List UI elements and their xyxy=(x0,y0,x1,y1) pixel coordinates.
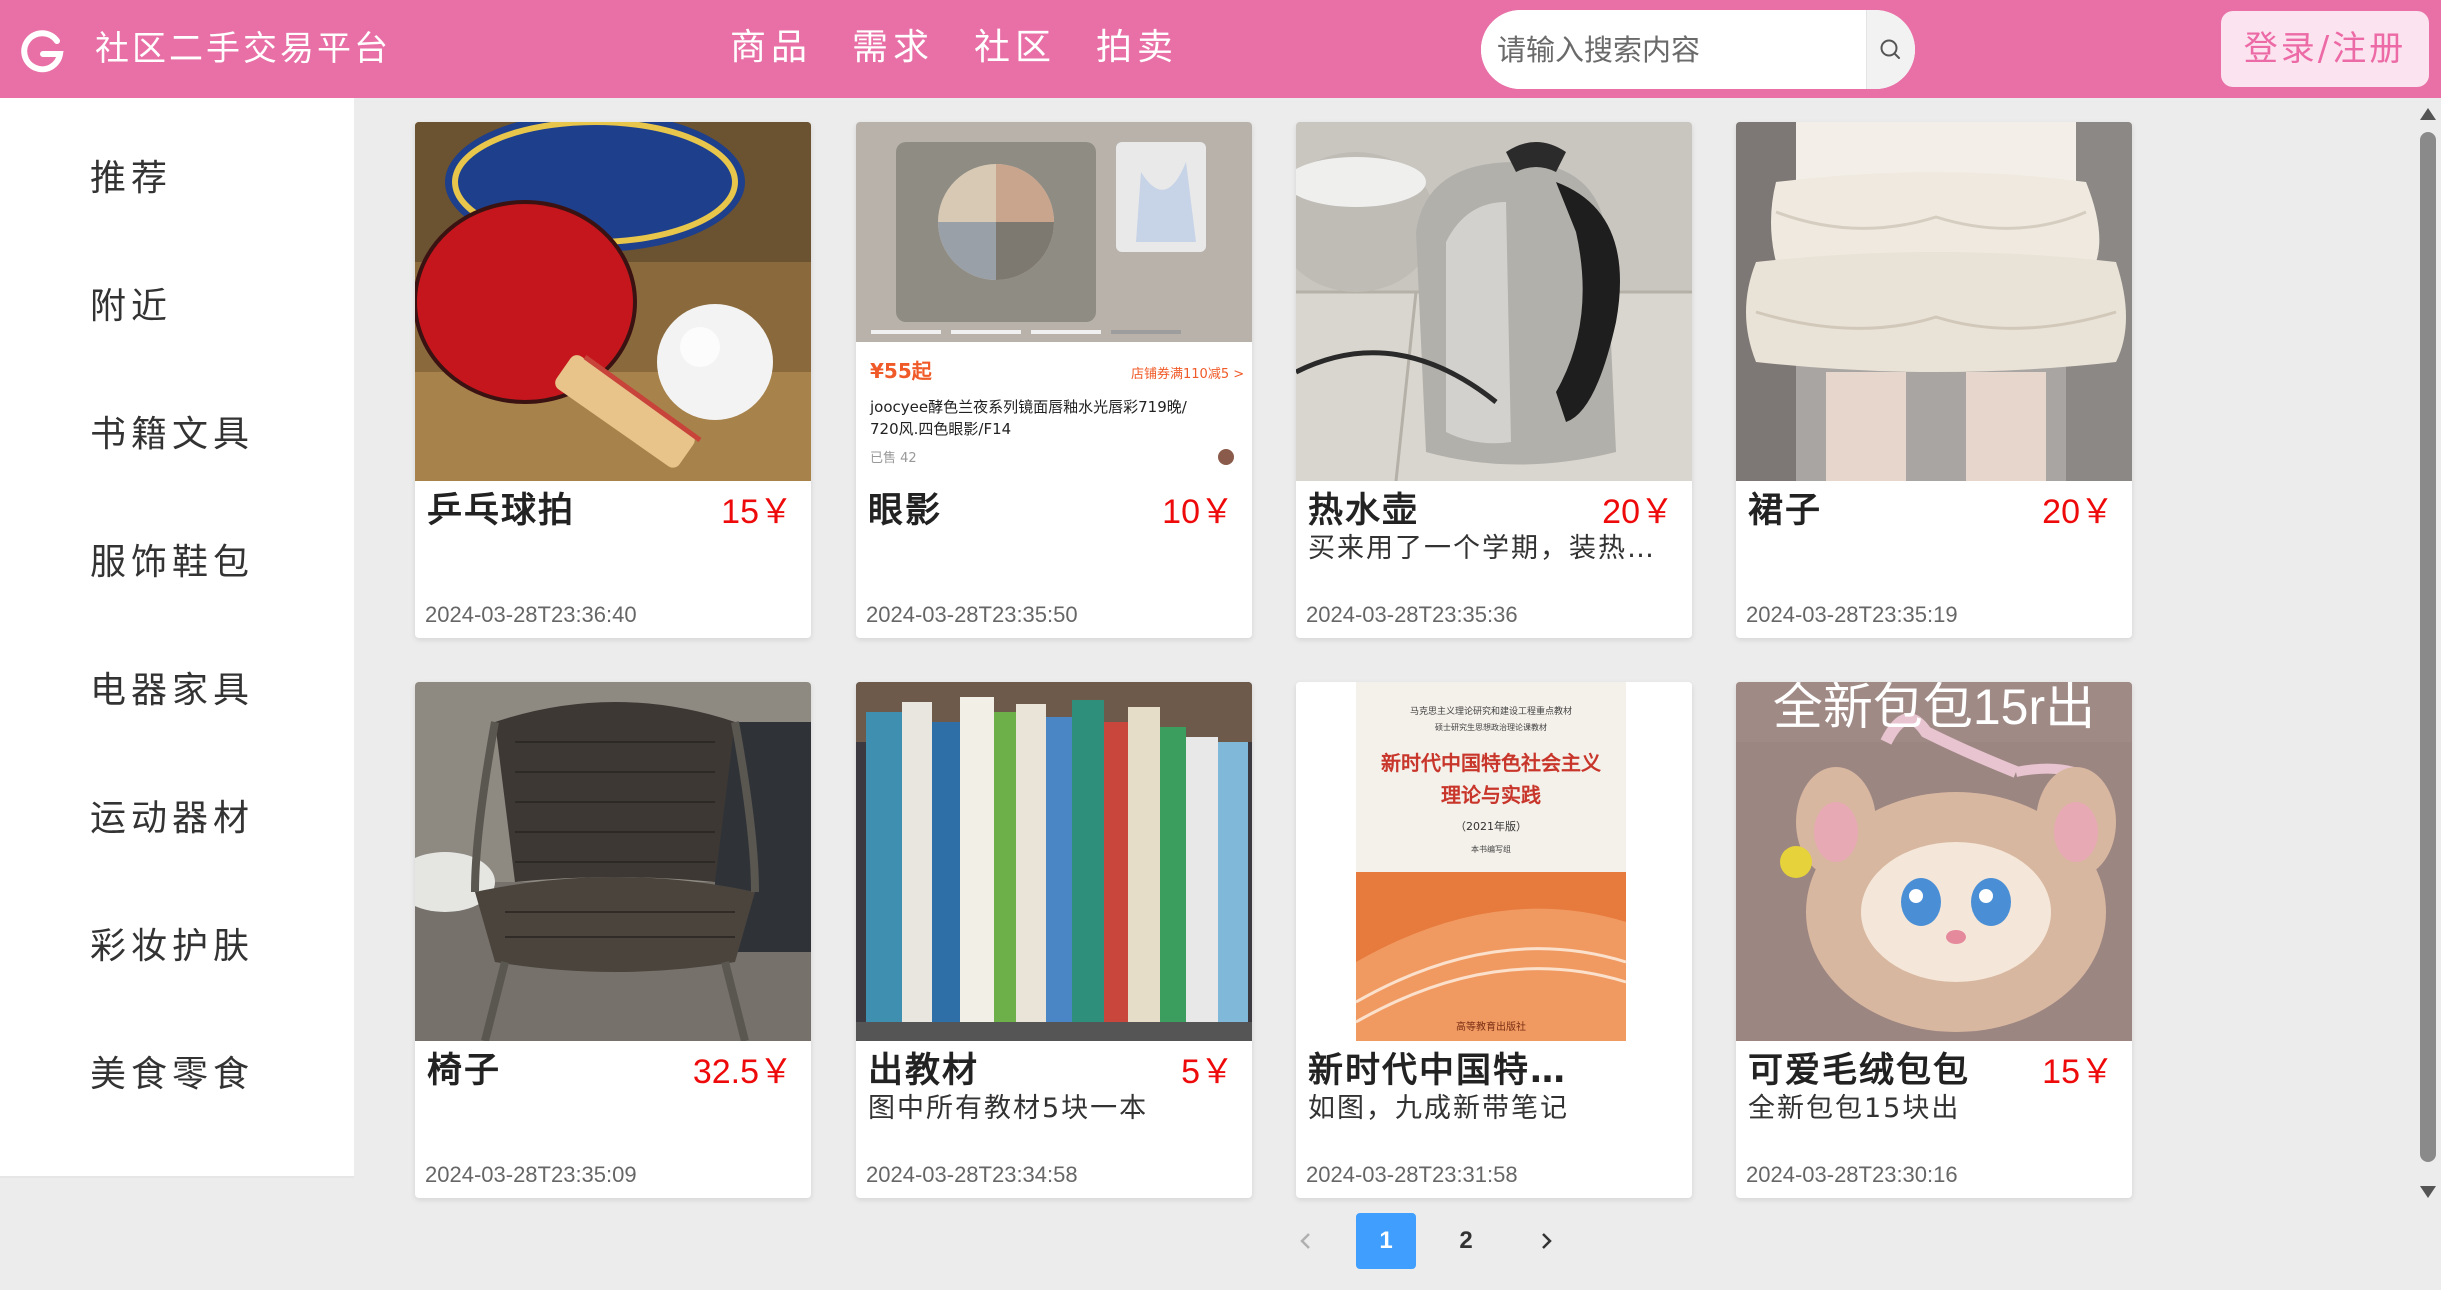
login-register-button[interactable]: 登录/注册 xyxy=(2221,11,2429,87)
product-card[interactable]: ¥55起 店铺券满110减5 > joocyee酵色兰夜系列镜面唇釉水光唇彩71… xyxy=(856,122,1252,638)
sidebar-item-books-stationery[interactable]: 书籍文具 xyxy=(90,410,254,460)
product-title[interactable]: 热水壶 xyxy=(1308,486,1578,536)
product-title[interactable]: 出教材 xyxy=(868,1046,1138,1096)
image-text-name-line1: joocyee酵色兰夜系列镜面唇釉水光唇彩719晚/ xyxy=(869,398,1188,416)
product-description: 买来用了一个学期，装热水的 xyxy=(1308,533,1678,564)
product-image[interactable]: ¥55起 店铺券满110减5 > joocyee酵色兰夜系列镜面唇釉水光唇彩71… xyxy=(856,122,1252,481)
search-icon xyxy=(1880,39,1900,59)
product-title[interactable]: 眼影 xyxy=(868,486,1138,536)
product-title[interactable]: 椅子 xyxy=(427,1046,697,1096)
image-text-price: ¥55起 xyxy=(870,359,933,383)
scroll-up-arrow-icon[interactable] xyxy=(2420,108,2436,120)
product-title[interactable]: 裙子 xyxy=(1748,486,2018,536)
product-price: 15￥ xyxy=(721,493,793,531)
product-description: 图中所有教材5块一本 xyxy=(868,1093,1149,1124)
product-card[interactable]: 全新包包15r出 可爱毛绒包包 15￥ 全新包包15块出 2024-03-28T… xyxy=(1736,682,2132,1198)
nav-item-demands[interactable]: 需求 xyxy=(852,22,934,74)
search-button[interactable] xyxy=(1866,10,1915,89)
image-text-sold: 已售 42 xyxy=(870,450,917,466)
nav-item-community[interactable]: 社区 xyxy=(974,22,1056,74)
product-card[interactable]: 裙子 20￥ 2024-03-28T23:35:19 xyxy=(1736,122,2132,638)
product-price: 10￥ xyxy=(1162,493,1234,531)
image-text-editor: 本书编写组 xyxy=(1471,844,1511,854)
product-timestamp: 2024-03-28T23:34:58 xyxy=(866,1162,1078,1187)
product-title[interactable]: 新时代中国特色社会主义理论与实践 xyxy=(1308,1046,1578,1096)
product-image[interactable] xyxy=(856,682,1252,1041)
product-image[interactable]: 马克思主义理论研究和建设工程重点教材 硕士研究生思想政治理论课教材 新时代中国特… xyxy=(1296,682,1692,1041)
image-text-overlay: 全新包包15r出 xyxy=(1773,682,2095,735)
product-timestamp: 2024-03-28T23:36:40 xyxy=(425,602,637,627)
nav-item-products[interactable]: 商品 xyxy=(730,22,812,74)
product-price: 20￥ xyxy=(2042,493,2114,531)
image-text-title-line2: 理论与实践 xyxy=(1441,783,1541,807)
product-card[interactable]: 热水壶 20￥ 买来用了一个学期，装热水的 2024-03-28T23:35:3… xyxy=(1296,122,1692,638)
product-timestamp: 2024-03-28T23:35:36 xyxy=(1306,602,1518,627)
image-text-name-line2: 720风.四色眼影/F14 xyxy=(870,420,1011,438)
next-page-button[interactable] xyxy=(1516,1213,1576,1269)
product-card[interactable]: 出教材 5￥ 图中所有教材5块一本 2024-03-28T23:34:58 xyxy=(856,682,1252,1198)
category-sidebar: 推荐 附近 书籍文具 服饰鞋包 电器家具 运动器材 彩妆护肤 美食零食 xyxy=(0,98,354,1178)
product-image[interactable] xyxy=(1736,122,2132,481)
sidebar-item-nearby[interactable]: 附近 xyxy=(90,282,172,332)
top-header: 社区二手交易平台 商品 需求 社区 拍卖 登录/注册 xyxy=(0,0,2441,98)
pagination: 1 2 xyxy=(1276,1213,1596,1269)
product-image[interactable] xyxy=(415,122,811,481)
sidebar-item-sports[interactable]: 运动器材 xyxy=(90,794,254,844)
image-text-top: 马克思主义理论研究和建设工程重点教材 xyxy=(1410,705,1572,717)
logo-icon[interactable] xyxy=(19,27,65,73)
product-image[interactable]: 全新包包15r出 xyxy=(1736,682,2132,1041)
image-text-edition: （2021年版） xyxy=(1455,819,1527,833)
search-box xyxy=(1481,10,1915,89)
product-price: 32.5￥ xyxy=(692,1053,793,1091)
product-timestamp: 2024-03-28T23:30:16 xyxy=(1746,1162,1958,1187)
product-timestamp: 2024-03-28T23:31:58 xyxy=(1306,1162,1518,1187)
product-price: 5￥ xyxy=(1181,1053,1234,1091)
page-button-2[interactable]: 2 xyxy=(1436,1213,1496,1269)
product-description: 如图，九成新带笔记 xyxy=(1308,1093,1569,1124)
product-title[interactable]: 乒乓球拍 xyxy=(427,486,697,536)
product-card[interactable]: 马克思主义理论研究和建设工程重点教材 硕士研究生思想政治理论课教材 新时代中国特… xyxy=(1296,682,1692,1198)
search-input[interactable] xyxy=(1481,10,1866,89)
vertical-scrollbar[interactable] xyxy=(2415,98,2441,1290)
product-price: 20￥ xyxy=(1602,493,1674,531)
product-image[interactable] xyxy=(1296,122,1692,481)
main-nav: 商品 需求 社区 拍卖 xyxy=(730,22,1218,74)
product-card[interactable]: 椅子 32.5￥ 2024-03-28T23:35:09 xyxy=(415,682,811,1198)
scroll-thumb[interactable] xyxy=(2420,132,2436,1162)
product-timestamp: 2024-03-28T23:35:09 xyxy=(425,1162,637,1187)
image-text-title-line1: 新时代中国特色社会主义 xyxy=(1381,751,1601,775)
image-text-sub: 硕士研究生思想政治理论课教材 xyxy=(1435,722,1547,732)
sidebar-item-recommend[interactable]: 推荐 xyxy=(90,154,172,204)
prev-page-button[interactable] xyxy=(1276,1213,1336,1269)
product-price: 15￥ xyxy=(2042,1053,2114,1091)
sidebar-item-food-snacks[interactable]: 美食零食 xyxy=(90,1050,254,1100)
sidebar-item-clothing[interactable]: 服饰鞋包 xyxy=(90,538,254,588)
nav-item-auction[interactable]: 拍卖 xyxy=(1096,22,1178,74)
app-title[interactable]: 社区二手交易平台 xyxy=(95,24,391,74)
product-description: 全新包包15块出 xyxy=(1748,1093,1961,1124)
product-title[interactable]: 可爱毛绒包包 xyxy=(1748,1046,2018,1096)
scroll-down-arrow-icon[interactable] xyxy=(2420,1186,2436,1198)
sidebar-item-cosmetics[interactable]: 彩妆护肤 xyxy=(90,922,254,972)
product-card[interactable]: 乒乓球拍 15￥ 2024-03-28T23:36:40 xyxy=(415,122,811,638)
sidebar-item-appliances-furniture[interactable]: 电器家具 xyxy=(90,666,254,716)
chevron-left-icon xyxy=(1300,1233,1310,1249)
product-image[interactable] xyxy=(415,682,811,1041)
product-timestamp: 2024-03-28T23:35:19 xyxy=(1746,602,1958,627)
image-text-coupon: 店铺券满110减5 > xyxy=(1131,366,1244,382)
product-timestamp: 2024-03-28T23:35:50 xyxy=(866,602,1078,627)
image-text-publisher: 高等教育出版社 xyxy=(1456,1020,1526,1033)
page-button-1[interactable]: 1 xyxy=(1356,1213,1416,1269)
chevron-right-icon xyxy=(1542,1233,1552,1249)
